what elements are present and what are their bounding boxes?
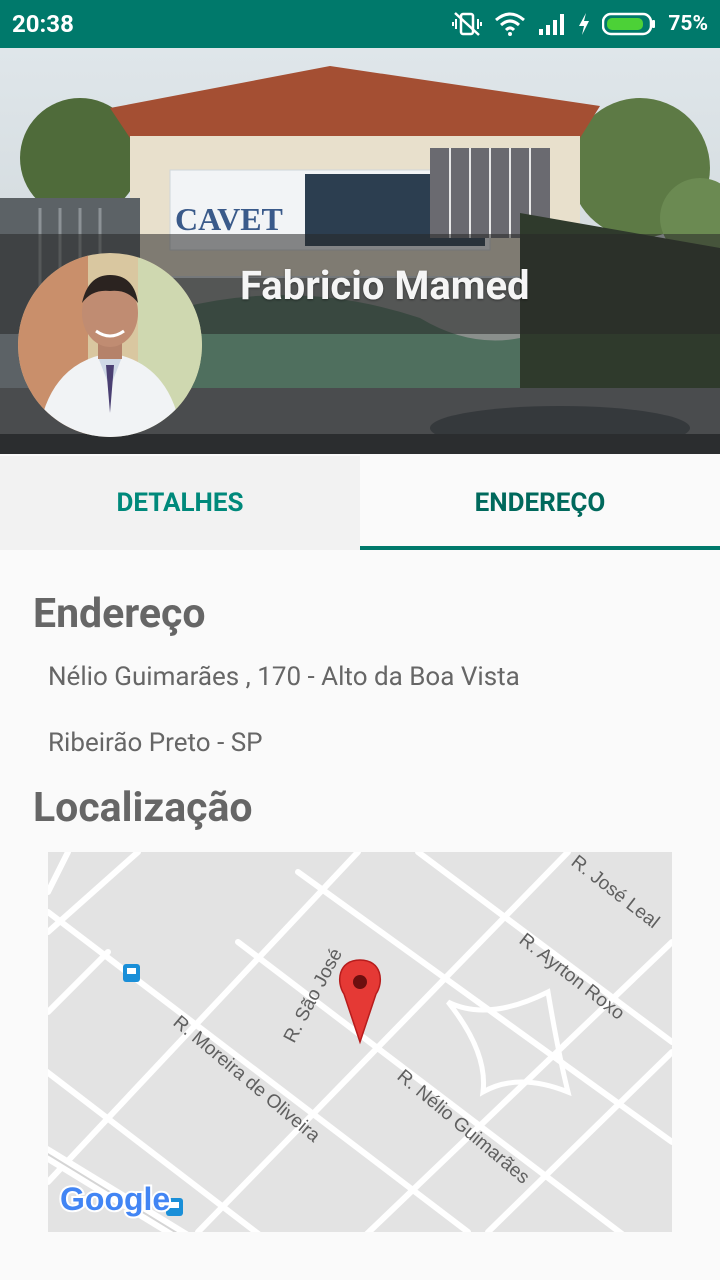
signal-icon	[538, 12, 566, 36]
battery-icon	[602, 12, 656, 36]
status-time: 20:38	[12, 10, 74, 38]
profile-header: CAVET Fabricio Mamed	[0, 48, 720, 454]
location-map[interactable]: R. José Leal R. Ayrton Roxo R. São José …	[48, 852, 672, 1232]
tab-detalhes[interactable]: DETALHES	[0, 456, 360, 550]
tab-bar: DETALHES ENDEREÇO	[0, 456, 720, 550]
vibrate-off-icon	[452, 11, 483, 37]
wifi-icon	[494, 12, 526, 36]
charging-icon	[578, 13, 590, 35]
address-line-street: Nélio Guimarães , 170 - Alto da Boa Vist…	[48, 662, 520, 692]
address-title: Endereço	[33, 590, 206, 638]
bus-stop-icon[interactable]	[123, 964, 140, 982]
address-line-city: Ribeirão Preto - SP	[48, 728, 263, 758]
svg-text:CAVET: CAVET	[175, 201, 283, 237]
svg-text:Google: Google	[60, 1181, 170, 1217]
google-logo: Google Google	[58, 1179, 172, 1219]
map-canvas[interactable]: R. José Leal R. Ayrton Roxo R. São José …	[48, 852, 672, 1232]
doctor-avatar[interactable]	[18, 253, 202, 437]
battery-percent: 75%	[668, 12, 708, 36]
status-icons: 75%	[452, 11, 708, 37]
location-title: Localização	[33, 784, 253, 832]
doctor-name: Fabricio Mamed	[240, 262, 530, 309]
status-bar: 20:38 75%	[0, 0, 720, 48]
tab-endereco[interactable]: ENDEREÇO	[360, 456, 720, 550]
